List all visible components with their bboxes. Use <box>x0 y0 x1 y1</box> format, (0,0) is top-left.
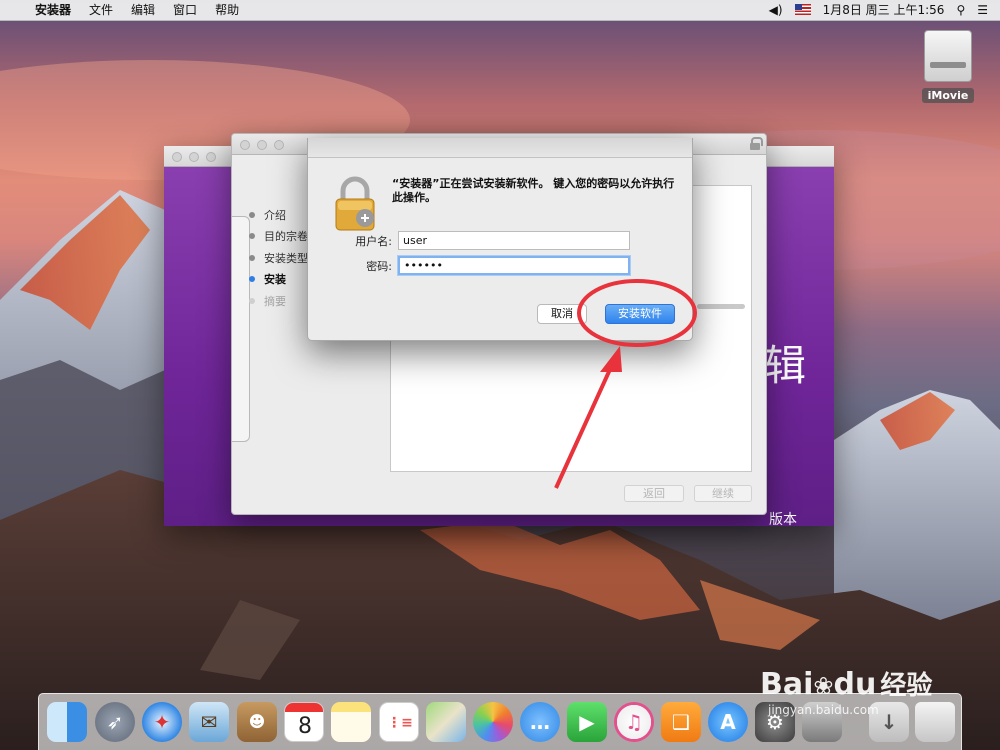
install-progress-bar <box>697 304 745 309</box>
mail-icon[interactable]: ✉ <box>189 702 229 742</box>
finder-icon[interactable] <box>47 702 87 742</box>
username-field[interactable]: user <box>398 231 630 250</box>
username-row: 用户名: user <box>340 231 630 250</box>
messages-icon[interactable]: … <box>520 702 560 742</box>
step-item-active: 安装 <box>249 269 308 291</box>
auth-message: “安装器”正在尝试安装新软件。 键入您的密码以允许执行此操作。 <box>392 177 675 204</box>
contacts-icon[interactable]: ☻ <box>237 702 277 742</box>
app-store-icon[interactable]: A <box>708 702 748 742</box>
facetime-icon[interactable]: ▶ <box>567 702 607 742</box>
spotlight-search-icon[interactable]: ⚲ <box>950 0 971 21</box>
step-bullet-icon <box>249 254 255 261</box>
step-label: 安装类型 <box>264 251 308 265</box>
menu-bar: 安装器 文件 编辑 窗口 帮助 ◀) 1月8日 周三 上午1:56 ⚲ ☰ <box>0 0 1000 21</box>
password-row: 密码: •••••• <box>340 256 630 275</box>
minimize-button[interactable] <box>189 152 199 162</box>
watermark-cn: 经验 <box>880 671 933 701</box>
ibooks-icon[interactable]: ❑ <box>661 702 701 742</box>
password-field[interactable]: •••••• <box>398 256 630 275</box>
safari-icon[interactable]: ✦ <box>142 702 182 742</box>
maps-icon[interactable] <box>426 702 466 742</box>
launchpad-icon[interactable]: ➶ <box>95 702 135 742</box>
step-item: 介绍 <box>249 204 308 226</box>
watermark-brand-suffix: du <box>833 667 877 702</box>
close-button[interactable] <box>240 140 250 150</box>
watermark-brand: Bai <box>760 667 814 702</box>
zoom-button[interactable] <box>274 140 284 150</box>
back-button[interactable]: 返回 <box>624 485 684 502</box>
trash-icon[interactable] <box>915 702 955 742</box>
drive-label: iMovie <box>921 88 975 103</box>
padlock-icon <box>335 176 375 231</box>
watermark-url: jingyan.baidu.com <box>768 703 879 717</box>
dialog-top-strip <box>308 138 692 158</box>
cancel-button[interactable]: 取消 <box>537 304 587 324</box>
step-bullet-icon <box>249 211 255 218</box>
step-item: 摘要 <box>249 290 308 312</box>
installer-steps: 介绍 目的宗卷 安装类型 安装 摘要 <box>249 204 308 312</box>
menu-app-name[interactable]: 安装器 <box>26 0 80 21</box>
itunes-icon[interactable]: ♫ <box>614 702 654 742</box>
step-item: 安装类型 <box>249 247 308 269</box>
step-label: 安装 <box>264 273 286 287</box>
step-bullet-icon <box>249 233 255 240</box>
steps-sidebar-panel <box>232 216 250 442</box>
baidu-watermark: Bai❀du 经验 jingyan.baidu.com <box>760 665 933 717</box>
auth-dialog: “安装器”正在尝试安装新软件。 键入您的密码以允许执行此操作。 用户名: use… <box>307 138 693 341</box>
continue-button[interactable]: 继续 <box>694 485 752 502</box>
photos-icon[interactable] <box>473 702 513 742</box>
install-software-button[interactable]: 安装软件 <box>605 304 675 324</box>
menu-window[interactable]: 窗口 <box>164 0 206 21</box>
close-button[interactable] <box>172 152 182 162</box>
step-label: 目的宗卷 <box>264 230 308 244</box>
watermark-paw-icon: ❀ <box>813 672 834 700</box>
step-label: 介绍 <box>264 208 286 222</box>
menu-edit[interactable]: 编辑 <box>122 0 164 21</box>
splash-version-text: 版本 <box>769 512 797 528</box>
notes-icon[interactable] <box>331 702 371 742</box>
imovie-drive[interactable]: iMovie <box>918 24 978 103</box>
step-item: 目的宗卷 <box>249 226 308 248</box>
splash-title-fragment: 辑 <box>764 341 807 390</box>
menubar-clock[interactable]: 1月8日 周三 上午1:56 <box>817 0 951 21</box>
password-label: 密码: <box>366 259 392 273</box>
minimize-button[interactable] <box>257 140 267 150</box>
notification-list-icon[interactable]: ☰ <box>971 0 1000 21</box>
us-flag-icon[interactable] <box>789 0 817 21</box>
reminders-icon[interactable]: ⋮≡ <box>379 702 419 742</box>
calendar-icon[interactable]: 8 <box>284 702 324 742</box>
menu-file[interactable]: 文件 <box>80 0 122 21</box>
lock-icon <box>750 137 763 150</box>
step-label: 摘要 <box>264 294 286 308</box>
volume-icon[interactable]: ◀) <box>763 0 789 21</box>
step-bullet-icon <box>249 297 255 304</box>
external-drive-icon <box>918 24 978 86</box>
step-bullet-icon <box>249 276 255 283</box>
calendar-day: 8 <box>298 714 312 739</box>
username-label: 用户名: <box>355 234 392 248</box>
menu-help[interactable]: 帮助 <box>206 0 248 21</box>
zoom-button[interactable] <box>206 152 216 162</box>
